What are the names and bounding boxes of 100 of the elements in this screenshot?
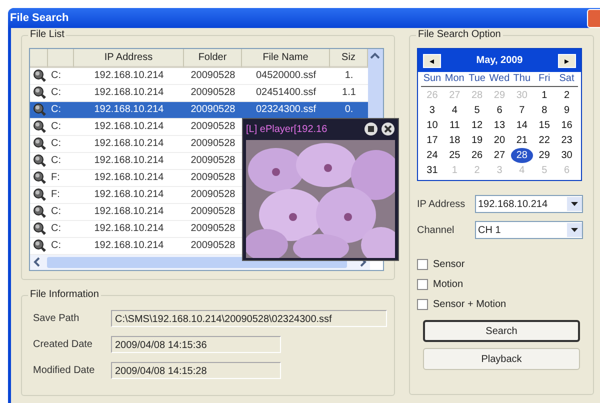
maximize-button[interactable] — [364, 122, 378, 136]
calendar-day[interactable]: 21 — [510, 133, 534, 148]
action-button[interactable]: Playback — [423, 348, 580, 370]
calendar-day[interactable]: 24 — [421, 148, 444, 163]
calendar-day[interactable]: 31 — [421, 163, 444, 178]
close-button[interactable] — [381, 122, 395, 136]
table-cell: 20090528 — [184, 102, 242, 119]
month-title: May, 2009 — [476, 55, 523, 66]
field-label: Save Path — [32, 313, 80, 324]
next-month-button[interactable]: ▸ — [558, 54, 576, 68]
table-cell: 192.168.10.214 — [74, 221, 184, 238]
calendar-day[interactable]: 26 — [466, 148, 488, 163]
calendar-day[interactable]: 13 — [488, 118, 511, 133]
table-cell: 20090528 — [184, 68, 242, 85]
checkbox[interactable] — [417, 259, 428, 270]
column-header[interactable]: Siz — [330, 49, 368, 68]
table-cell: C: — [48, 102, 74, 119]
calendar-day[interactable]: 25 — [443, 148, 466, 163]
calendar-day[interactable]: 9 — [556, 103, 578, 118]
calendar-day[interactable]: 8 — [533, 103, 556, 118]
read-only-field: 2009/04/08 14:15:36 — [111, 336, 281, 353]
calendar-day[interactable]: 19 — [466, 133, 488, 148]
calendar-day[interactable]: 6 — [488, 103, 511, 118]
column-header[interactable]: IP Address — [74, 49, 184, 68]
table-cell: C: — [48, 136, 74, 153]
table-cell: 0. — [330, 102, 368, 119]
weekday-label: Sat — [558, 72, 576, 86]
dropdown[interactable]: 192.168.10.214 — [475, 195, 583, 213]
calendar-day[interactable]: 23 — [556, 133, 578, 148]
table-cell: F: — [48, 170, 74, 187]
row-marker[interactable] — [30, 119, 48, 136]
table-cell: C: — [48, 221, 74, 238]
calendar-day[interactable]: 2 — [556, 88, 578, 103]
field-label: Modified Date — [32, 365, 96, 376]
magnifier-icon — [32, 68, 46, 82]
group-title: File Search Option — [416, 29, 503, 40]
table-cell: 192.168.10.214 — [74, 119, 184, 136]
calendar-day[interactable]: 10 — [421, 118, 444, 133]
calendar-day[interactable]: 17 — [421, 133, 444, 148]
table-cell: C: — [48, 68, 74, 85]
player-dialog[interactable]: [L] ePlayer[192.16 — [242, 118, 399, 261]
magnifier-icon — [32, 86, 46, 99]
calendar-day[interactable]: 4 — [443, 103, 466, 118]
magnifier-icon — [32, 120, 46, 133]
weekday-label: Sun — [422, 72, 442, 86]
weekday-label: Wed — [488, 72, 511, 86]
row-marker[interactable] — [30, 136, 48, 153]
calendar-day[interactable]: 30 — [556, 148, 578, 163]
checkbox-label: Sensor + Motion — [433, 299, 506, 310]
table-cell: 192.168.10.214 — [74, 136, 184, 153]
table-cell: 192.168.10.214 — [74, 68, 184, 85]
magnifier-icon — [32, 238, 46, 252]
magnifier-icon — [32, 204, 46, 218]
calendar-day[interactable]: 1 — [533, 88, 556, 103]
field-label: Created Date — [32, 339, 94, 350]
table-cell: 192.168.10.214 — [74, 204, 184, 221]
calendar-day[interactable]: 27 — [488, 148, 511, 163]
calendar-day[interactable]: 18 — [443, 133, 466, 148]
column-header[interactable]: Folder — [184, 49, 242, 68]
weekday-label: Thu — [512, 72, 532, 86]
calendar-day[interactable]: 11 — [443, 118, 466, 133]
calendar-day[interactable]: 5 — [466, 103, 488, 118]
field-label: IP Address — [417, 198, 466, 210]
calendar-day[interactable]: 14 — [510, 118, 534, 133]
calendar-day[interactable]: 7 — [510, 103, 534, 118]
dropdown[interactable]: CH 1 — [475, 221, 583, 239]
row-marker[interactable] — [30, 187, 48, 204]
calendar-day[interactable]: 29 — [533, 148, 556, 163]
previous-month-button[interactable]: ◂ — [423, 54, 441, 68]
action-button[interactable]: Search — [423, 320, 580, 342]
group-title: File Information — [28, 289, 101, 300]
row-marker[interactable] — [30, 204, 48, 221]
calendar-day[interactable]: 3 — [421, 103, 444, 118]
checkbox-label: Sensor — [433, 259, 465, 270]
checkbox[interactable] — [417, 299, 428, 310]
table-cell: 192.168.10.214 — [74, 102, 184, 119]
magnifier-icon — [32, 188, 46, 201]
calendar-day[interactable]: 16 — [556, 118, 578, 133]
calendar-day[interactable]: 22 — [533, 133, 556, 148]
row-marker[interactable] — [30, 68, 48, 85]
calendar-day[interactable]: 20 — [488, 133, 511, 148]
table-cell: C: — [48, 153, 74, 170]
read-only-field: 2009/04/08 14:15:28 — [111, 362, 281, 379]
row-marker[interactable] — [30, 153, 48, 170]
table-cell: 02324300.ssf — [242, 102, 330, 119]
checkbox[interactable] — [417, 279, 428, 290]
player-title: [L] ePlayer[192.16 — [246, 124, 328, 134]
calendar-day[interactable]: 28 — [510, 148, 534, 163]
row-marker[interactable] — [30, 170, 48, 187]
calendar-day[interactable]: 15 — [533, 118, 556, 133]
magnifier-icon — [32, 136, 46, 150]
row-marker[interactable] — [30, 102, 48, 119]
row-marker[interactable] — [30, 221, 48, 238]
weekday-label: Mon — [444, 72, 466, 86]
column-header[interactable]: File Name — [242, 49, 330, 68]
table-cell: C: — [48, 119, 74, 136]
magnifier-icon — [32, 154, 46, 167]
calendar-day[interactable]: 12 — [466, 118, 488, 133]
table-cell: 192.168.10.214 — [74, 187, 184, 204]
group-title: File List — [28, 29, 66, 40]
